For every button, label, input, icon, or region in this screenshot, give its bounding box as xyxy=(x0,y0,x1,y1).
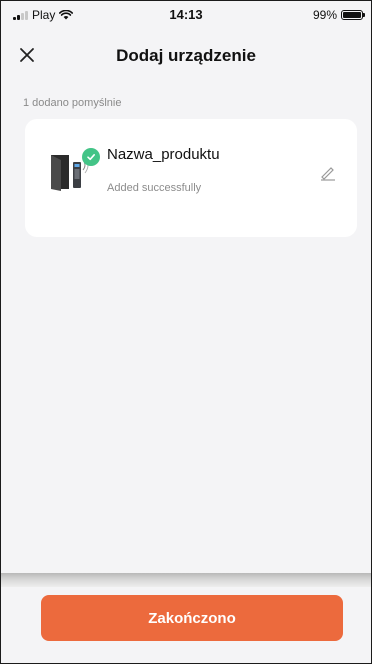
header: Dodaj urządzenie xyxy=(1,29,371,81)
status-right: 99% xyxy=(312,8,365,22)
battery-percent: 99% xyxy=(312,8,337,22)
success-badge xyxy=(82,148,100,166)
device-status: Added successfully xyxy=(107,182,202,194)
finish-button[interactable]: Zakończono xyxy=(41,595,343,641)
device-name: Nazwa_produktu xyxy=(107,146,220,163)
status-bar: Play 14:13 99% xyxy=(1,1,371,29)
edit-name-button[interactable] xyxy=(319,164,337,182)
page-title: Dodaj urządzenie xyxy=(116,46,256,65)
device-card: Nazwa_produktu Added successfully xyxy=(25,119,357,237)
pencil-icon xyxy=(321,167,335,181)
added-summary: 1 dodano pomyślnie xyxy=(23,97,122,109)
check-icon xyxy=(87,154,95,161)
footer-divider xyxy=(1,573,371,587)
app-frame: Play 14:13 99% Dodaj urządzenie 1 dodano… xyxy=(0,0,372,664)
battery-icon xyxy=(341,10,365,20)
